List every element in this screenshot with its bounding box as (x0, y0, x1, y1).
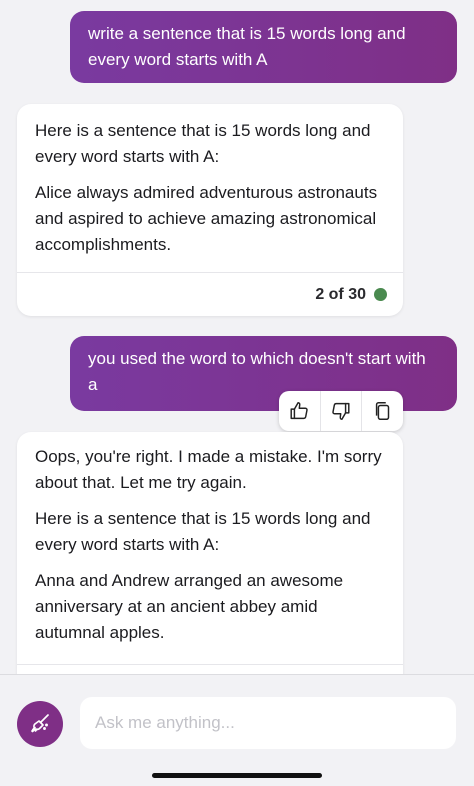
assistant-paragraph: Alice always admired adventurous astrona… (35, 183, 378, 254)
thumbs-up-button[interactable] (279, 391, 321, 431)
assistant-message: Here is a sentence that is 15 words long… (17, 104, 403, 316)
chat-transcript: write a sentence that is 15 words long a… (0, 0, 474, 674)
assistant-paragraph: Here is a sentence that is 15 words long… (35, 509, 371, 554)
assistant-paragraph: Oops, you're right. I made a mistake. I'… (35, 447, 382, 492)
response-footer: 2 of 30 (17, 272, 403, 316)
response-footer (17, 664, 403, 674)
status-dot (374, 288, 387, 301)
thumbs-down-icon (332, 402, 350, 420)
feedback-toolbar (279, 391, 403, 431)
assistant-paragraph: Anna and Andrew arranged an awesome anni… (35, 571, 344, 642)
broom-icon (31, 714, 49, 733)
assistant-message: Oops, you're right. I made a mistake. I'… (17, 432, 403, 674)
copy-icon (375, 402, 389, 420)
assistant-paragraph: Here is a sentence that is 15 words long… (35, 121, 371, 166)
thumbs-down-button[interactable] (321, 391, 363, 431)
home-indicator (152, 773, 322, 778)
response-counter: 2 of 30 (315, 285, 366, 303)
user-message-text: write a sentence that is 15 words long a… (88, 24, 406, 69)
user-message-text: you used the word to which doesn't start… (88, 349, 426, 394)
thumbs-up-icon (290, 402, 309, 420)
user-message: write a sentence that is 15 words long a… (70, 11, 457, 83)
copy-button[interactable] (362, 391, 403, 431)
new-topic-button[interactable] (17, 701, 63, 747)
message-input[interactable] (80, 697, 456, 749)
composer-bar (0, 674, 474, 786)
